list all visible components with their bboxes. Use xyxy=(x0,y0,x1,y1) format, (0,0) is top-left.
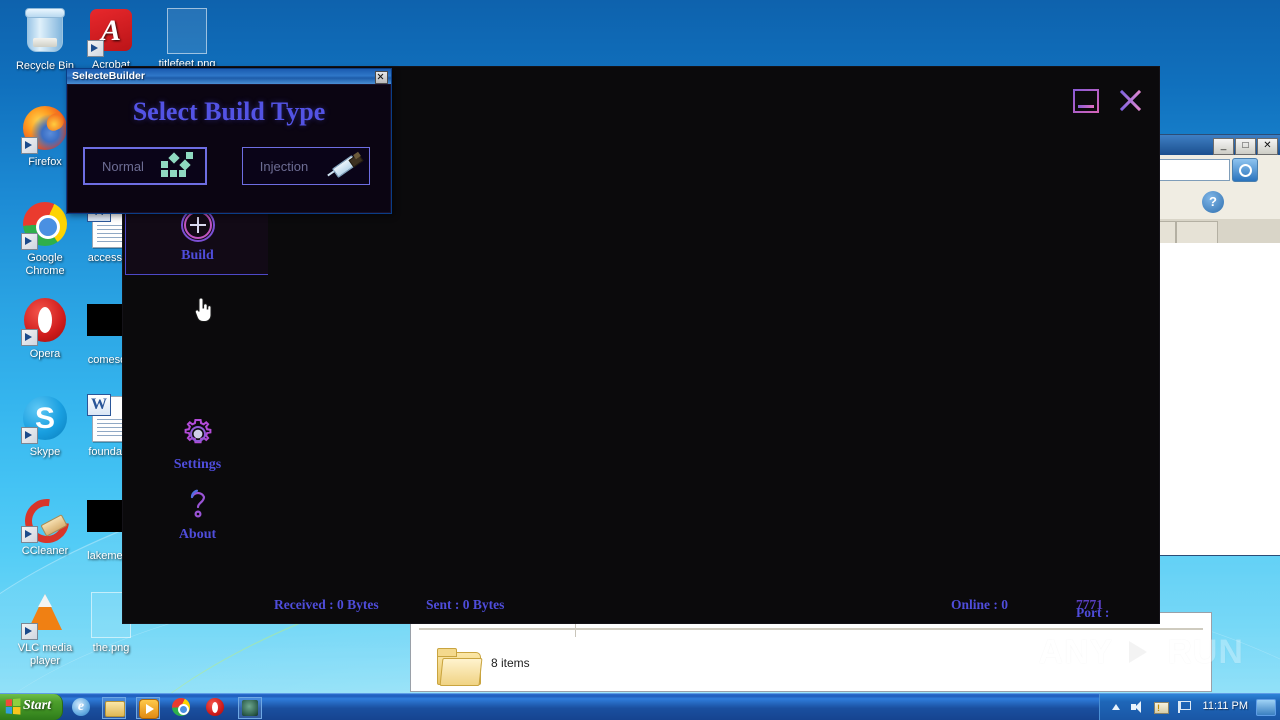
explorer-column-2[interactable] xyxy=(1176,221,1218,244)
recycle-bin-icon xyxy=(21,8,69,58)
desktop-icon-vlc-media-player[interactable]: VLC media player xyxy=(8,590,82,668)
opera-icon xyxy=(21,298,69,346)
skype-icon xyxy=(21,396,69,444)
system-tray: 11:11 PM xyxy=(1099,694,1280,720)
taskbar-builder-app-icon[interactable] xyxy=(238,697,262,719)
dialog-title-text: SelecteBuilder xyxy=(72,70,145,82)
shortcut-arrow-icon xyxy=(21,427,38,444)
flag-icon[interactable] xyxy=(1176,699,1192,715)
normal-build-label: Normal xyxy=(102,158,144,174)
desktop-icon-opera[interactable]: Opera xyxy=(8,296,82,361)
explorer-close-button[interactable]: ✕ xyxy=(1257,138,1278,155)
sidebar-item-settings-label: Settings xyxy=(173,457,222,472)
status-online: Online : 0 xyxy=(951,597,1009,612)
dialog-body: Select Build Type Normal Injection xyxy=(67,84,391,213)
desktop-icon-titlefeet-png[interactable]: titlefeet.png xyxy=(150,6,224,71)
explorer-address-bar[interactable] xyxy=(1156,155,1280,186)
explorer-titlebar[interactable]: _ □ ✕ xyxy=(1156,135,1280,155)
desktop-icon-label: CCleaner xyxy=(21,545,69,557)
taskbar-internet-explorer-icon[interactable] xyxy=(70,697,92,717)
folder-status-bar: 8 items xyxy=(411,637,1211,691)
taskbar-opera-icon[interactable] xyxy=(204,697,226,717)
dialog-titlebar[interactable]: SelecteBuilder xyxy=(67,69,391,85)
shortcut-arrow-icon xyxy=(21,329,38,346)
explorer-column-headers[interactable] xyxy=(1156,219,1280,244)
volume-icon[interactable] xyxy=(1130,699,1146,715)
explorer-file-list[interactable] xyxy=(1156,243,1280,555)
syringe-icon xyxy=(325,151,365,181)
screen: Recycle BinAcrobattitlefeet.pngFirefoxac… xyxy=(0,0,1280,720)
status-received: Received : 0 Bytes xyxy=(274,597,379,612)
injection-build-label: Injection xyxy=(259,158,309,174)
taskbar-clock[interactable]: 11:11 PM xyxy=(1203,700,1248,712)
show-desktop-icon[interactable] xyxy=(1256,699,1276,716)
taskbar-windows-explorer-icon[interactable] xyxy=(102,697,126,719)
normal-build-button[interactable]: Normal xyxy=(83,147,207,185)
png-file-icon xyxy=(163,8,211,56)
select-build-type-dialog[interactable]: SelecteBuilder Select Build Type Normal xyxy=(66,68,392,214)
desktop-icon-acrobat[interactable]: Acrobat xyxy=(74,6,148,72)
sidebar-item-about[interactable]: About xyxy=(125,481,270,555)
ccleaner-icon xyxy=(21,495,69,543)
windows-logo-icon xyxy=(5,698,21,715)
vlc-icon xyxy=(21,592,69,640)
shortcut-arrow-icon xyxy=(21,526,38,543)
minimize-icon[interactable] xyxy=(1070,87,1099,113)
injection-build-button[interactable]: Injection xyxy=(242,147,370,185)
shortcut-arrow-icon xyxy=(21,137,38,154)
status-port-label: Port : xyxy=(1076,605,1110,620)
folder-icon xyxy=(437,648,483,686)
dialog-heading: Select Build Type xyxy=(132,97,326,126)
folder-item-count: 8 items xyxy=(491,656,530,670)
desktop-icon-ccleaner[interactable]: CCleaner xyxy=(8,492,82,558)
blocks-puzzle-icon xyxy=(161,151,201,181)
shortcut-arrow-icon xyxy=(21,623,38,640)
desktop-icon-label: the.png xyxy=(92,642,130,654)
start-button-label: Start xyxy=(23,698,52,713)
folder-header-rule xyxy=(419,628,1203,630)
desktop-icon-skype[interactable]: Skype xyxy=(8,394,82,459)
adobe-acrobat-icon xyxy=(87,9,135,57)
sidebar-item-settings[interactable]: Settings xyxy=(125,411,270,485)
chevron-up-icon[interactable] xyxy=(1108,699,1124,715)
taskbar-chrome-icon[interactable] xyxy=(170,697,192,717)
desktop-icon-recycle-bin[interactable]: Recycle Bin xyxy=(8,6,82,73)
status-port: Port : 7771 xyxy=(1076,597,1109,620)
explorer-address-input[interactable] xyxy=(1156,159,1230,181)
sidebar-item-build-label: Build xyxy=(181,248,214,263)
gear-icon xyxy=(125,417,270,453)
explorer-toolbar[interactable]: ? xyxy=(1156,185,1280,220)
network-warning-icon[interactable] xyxy=(1153,699,1169,715)
firefox-icon xyxy=(21,106,69,154)
desktop-icon-label: Skype xyxy=(29,446,61,458)
desktop-icon-label: Google Chrome xyxy=(25,252,65,277)
close-icon[interactable] xyxy=(375,71,388,84)
app-status-bar: Received : 0 Bytes Sent : 0 Bytes Online… xyxy=(123,589,1159,623)
status-sent: Sent : 0 Bytes xyxy=(426,597,505,612)
shortcut-arrow-icon xyxy=(21,233,38,250)
background-explorer-window[interactable]: _ □ ✕ ? xyxy=(1155,134,1280,556)
help-icon[interactable]: ? xyxy=(1202,191,1224,213)
explorer-column-1[interactable] xyxy=(1158,221,1176,244)
taskbar-media-player-icon[interactable] xyxy=(136,697,160,719)
chrome-icon xyxy=(21,202,69,250)
start-button[interactable]: Start xyxy=(0,694,63,720)
app-main-content xyxy=(268,131,1159,589)
explorer-maximize-button[interactable]: □ xyxy=(1235,138,1256,155)
desktop-icon-label: Opera xyxy=(29,348,61,360)
folder-window[interactable]: 8 items xyxy=(410,612,1212,692)
close-icon[interactable] xyxy=(1116,87,1145,113)
search-go-icon[interactable] xyxy=(1232,158,1258,182)
sidebar-item-about-label: About xyxy=(178,527,217,542)
shortcut-arrow-icon xyxy=(87,40,104,57)
question-mark-icon xyxy=(125,487,270,523)
taskbar: Start 11:11 PM xyxy=(0,693,1280,720)
desktop-icon-label: VLC media player xyxy=(17,642,73,667)
explorer-minimize-button[interactable]: _ xyxy=(1213,138,1234,155)
